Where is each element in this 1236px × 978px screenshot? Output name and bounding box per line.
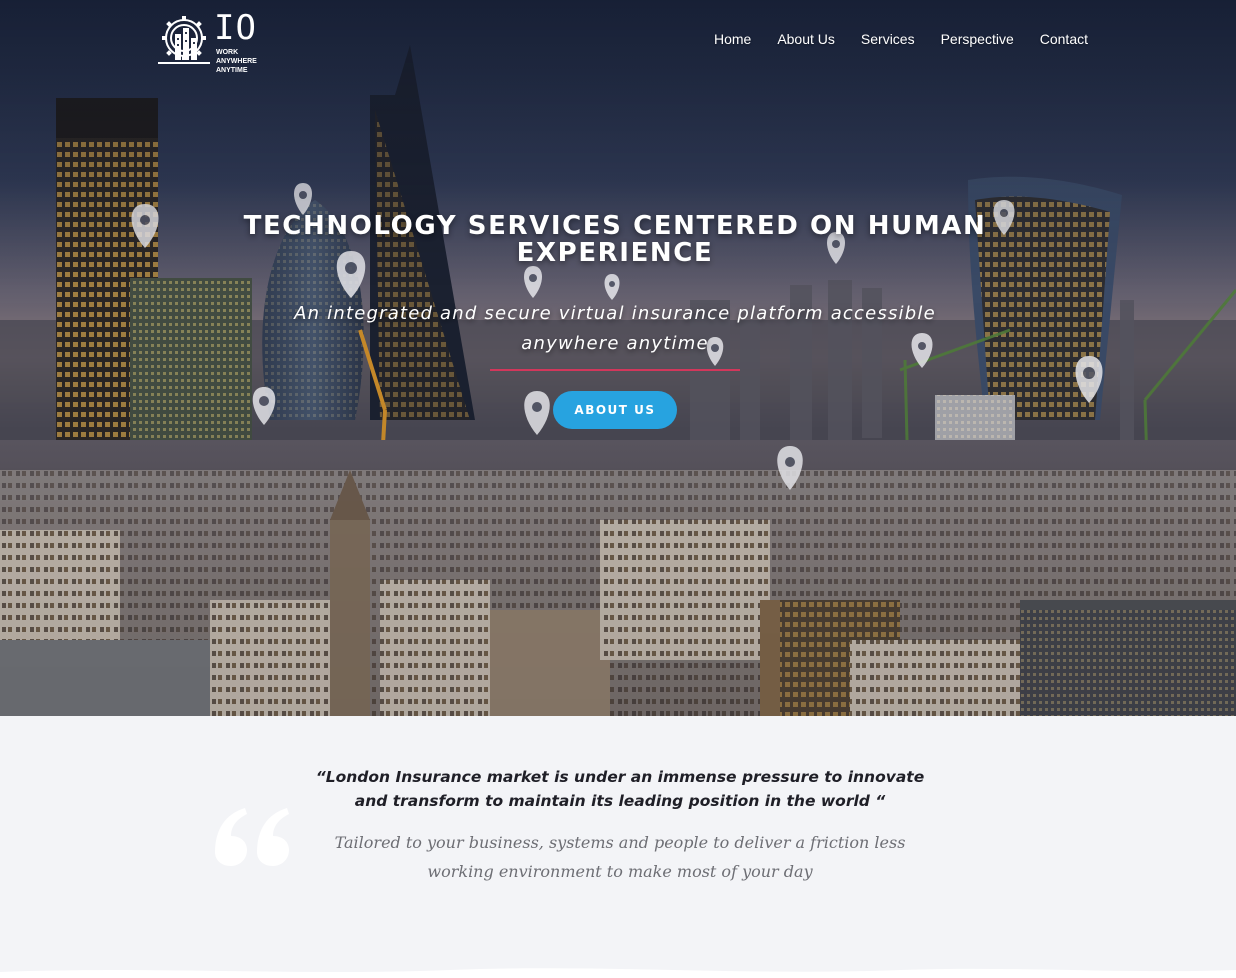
logo-tagline: WORK ANYWHERE ANYTIME (216, 49, 257, 74)
quote-section: “London Insurance market is under an imm… (0, 716, 1236, 978)
nav-about-us[interactable]: About Us (777, 31, 835, 47)
site-logo[interactable]: IO WORK ANYWHERE ANYTIME (158, 8, 268, 74)
quote-marks-icon (215, 808, 289, 866)
quote-headline: “London Insurance market is under an imm… (315, 768, 925, 810)
logo-wordmark: IO (214, 8, 257, 48)
nav-contact[interactable]: Contact (1040, 31, 1088, 47)
nav-perspective[interactable]: Perspective (941, 31, 1014, 47)
hero-section: IO WORK ANYWHERE ANYTIME Home About Us S… (0, 0, 1236, 716)
nav-services[interactable]: Services (861, 31, 915, 47)
hero-subtitle: An integrated and secure virtual insuran… (294, 303, 936, 354)
about-us-button[interactable]: ABOUT US (553, 391, 677, 429)
nav-home[interactable]: Home (714, 31, 751, 47)
main-nav: Home About Us Services Perspective Conta… (714, 31, 1088, 47)
hero-title: TECHNOLOGY SERVICES CENTERED ON HUMAN EX… (243, 211, 987, 268)
gear-building-icon (158, 16, 210, 64)
quote-body: Tailored to your business, systems and p… (334, 833, 906, 881)
hero-divider (490, 369, 740, 371)
section-wave-divider (0, 968, 1236, 978)
